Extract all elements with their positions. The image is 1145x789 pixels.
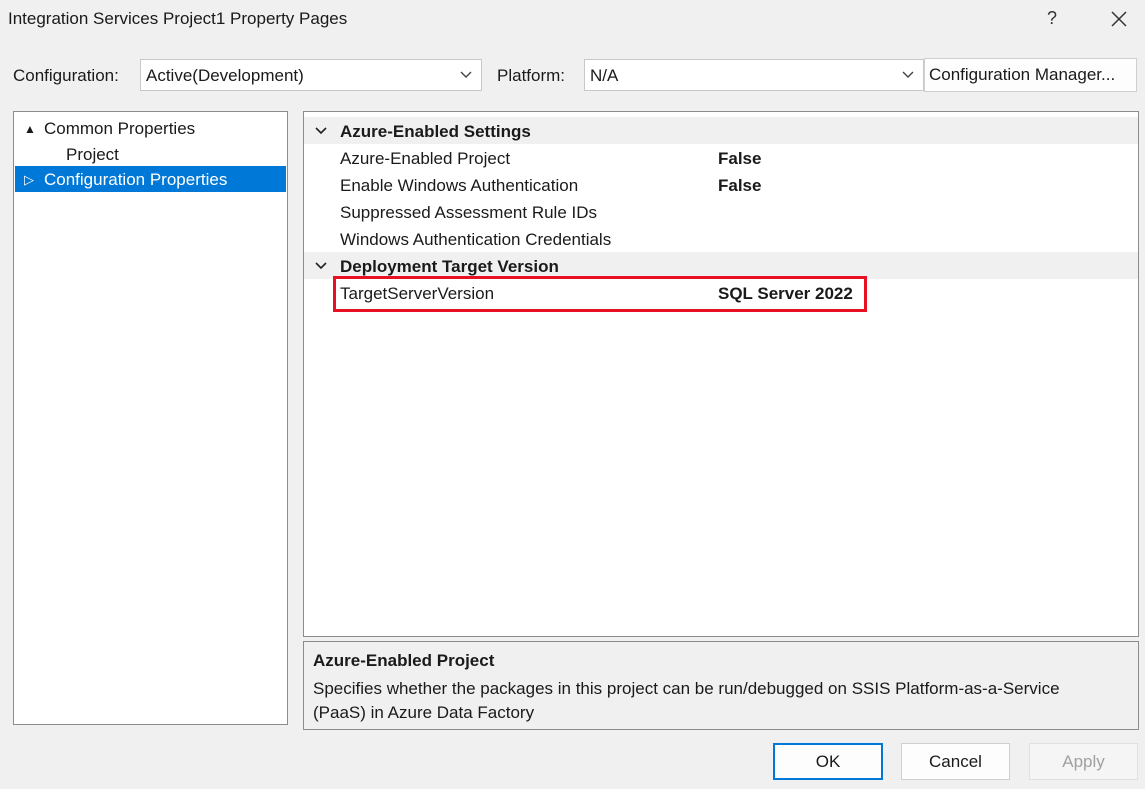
property-grid: Azure-Enabled Settings Azure-Enabled Pro… xyxy=(303,111,1139,637)
window-title: Integration Services Project1 Property P… xyxy=(8,9,348,28)
expand-triangle-icon[interactable]: ▲ xyxy=(24,122,36,136)
title-bar: Integration Services Project1 Property P… xyxy=(0,0,1145,38)
property-value[interactable]: False xyxy=(718,149,761,169)
help-icon[interactable]: ? xyxy=(1042,8,1062,30)
category-azure-enabled-settings[interactable]: Azure-Enabled Settings xyxy=(304,117,1138,144)
chevron-down-icon xyxy=(460,71,472,78)
property-row[interactable]: Suppressed Assessment Rule IDs xyxy=(304,198,1138,225)
property-name: Azure-Enabled Project xyxy=(340,149,511,168)
property-name: Suppressed Assessment Rule IDs xyxy=(340,203,598,222)
property-value[interactable]: False xyxy=(718,176,761,196)
ok-button[interactable]: OK xyxy=(773,743,883,780)
property-row[interactable]: Azure-Enabled Project False xyxy=(304,144,1138,171)
category-label: Deployment Target Version xyxy=(340,257,559,276)
tree-item-label: Common Properties xyxy=(44,119,196,138)
tree-item-project[interactable]: Project xyxy=(14,141,287,167)
property-row[interactable]: Windows Authentication Credentials xyxy=(304,225,1138,252)
category-label: Azure-Enabled Settings xyxy=(340,122,531,141)
configuration-label: Configuration: xyxy=(13,66,119,85)
tree-item-common-properties[interactable]: ▲ Common Properties xyxy=(14,115,287,141)
property-name: Windows Authentication Credentials xyxy=(340,230,612,249)
tree-panel: ▲ Common Properties Project ▷ Configurat… xyxy=(13,111,288,725)
tree-item-label: Configuration Properties xyxy=(44,170,228,189)
configuration-select[interactable]: Active(Development) xyxy=(140,59,482,91)
apply-button[interactable]: Apply xyxy=(1029,743,1138,780)
description-panel: Azure-Enabled Project Specifies whether … xyxy=(303,641,1139,730)
close-icon[interactable] xyxy=(1106,6,1132,32)
collapse-triangle-icon[interactable]: ▷ xyxy=(24,172,34,188)
chevron-down-icon[interactable] xyxy=(314,261,328,271)
platform-label: Platform: xyxy=(497,66,566,85)
tree-item-configuration-properties[interactable]: ▷ Configuration Properties xyxy=(15,166,286,192)
description-title: Azure-Enabled Project xyxy=(313,651,495,670)
configuration-manager-button[interactable]: Configuration Manager... xyxy=(924,58,1137,92)
highlight-box xyxy=(333,276,867,312)
category-deployment-target-version[interactable]: Deployment Target Version xyxy=(304,252,1138,279)
property-row[interactable]: Enable Windows Authentication False xyxy=(304,171,1138,198)
chevron-down-icon[interactable] xyxy=(314,126,328,136)
platform-value: N/A xyxy=(590,66,619,85)
cancel-button[interactable]: Cancel xyxy=(901,743,1010,780)
chevron-down-icon xyxy=(902,71,914,78)
description-text: Specifies whether the packages in this p… xyxy=(313,679,1060,722)
property-name: Enable Windows Authentication xyxy=(340,176,579,195)
platform-select[interactable]: N/A xyxy=(584,59,924,91)
configuration-value: Active(Development) xyxy=(146,66,304,85)
tree-item-label: Project xyxy=(66,145,119,164)
